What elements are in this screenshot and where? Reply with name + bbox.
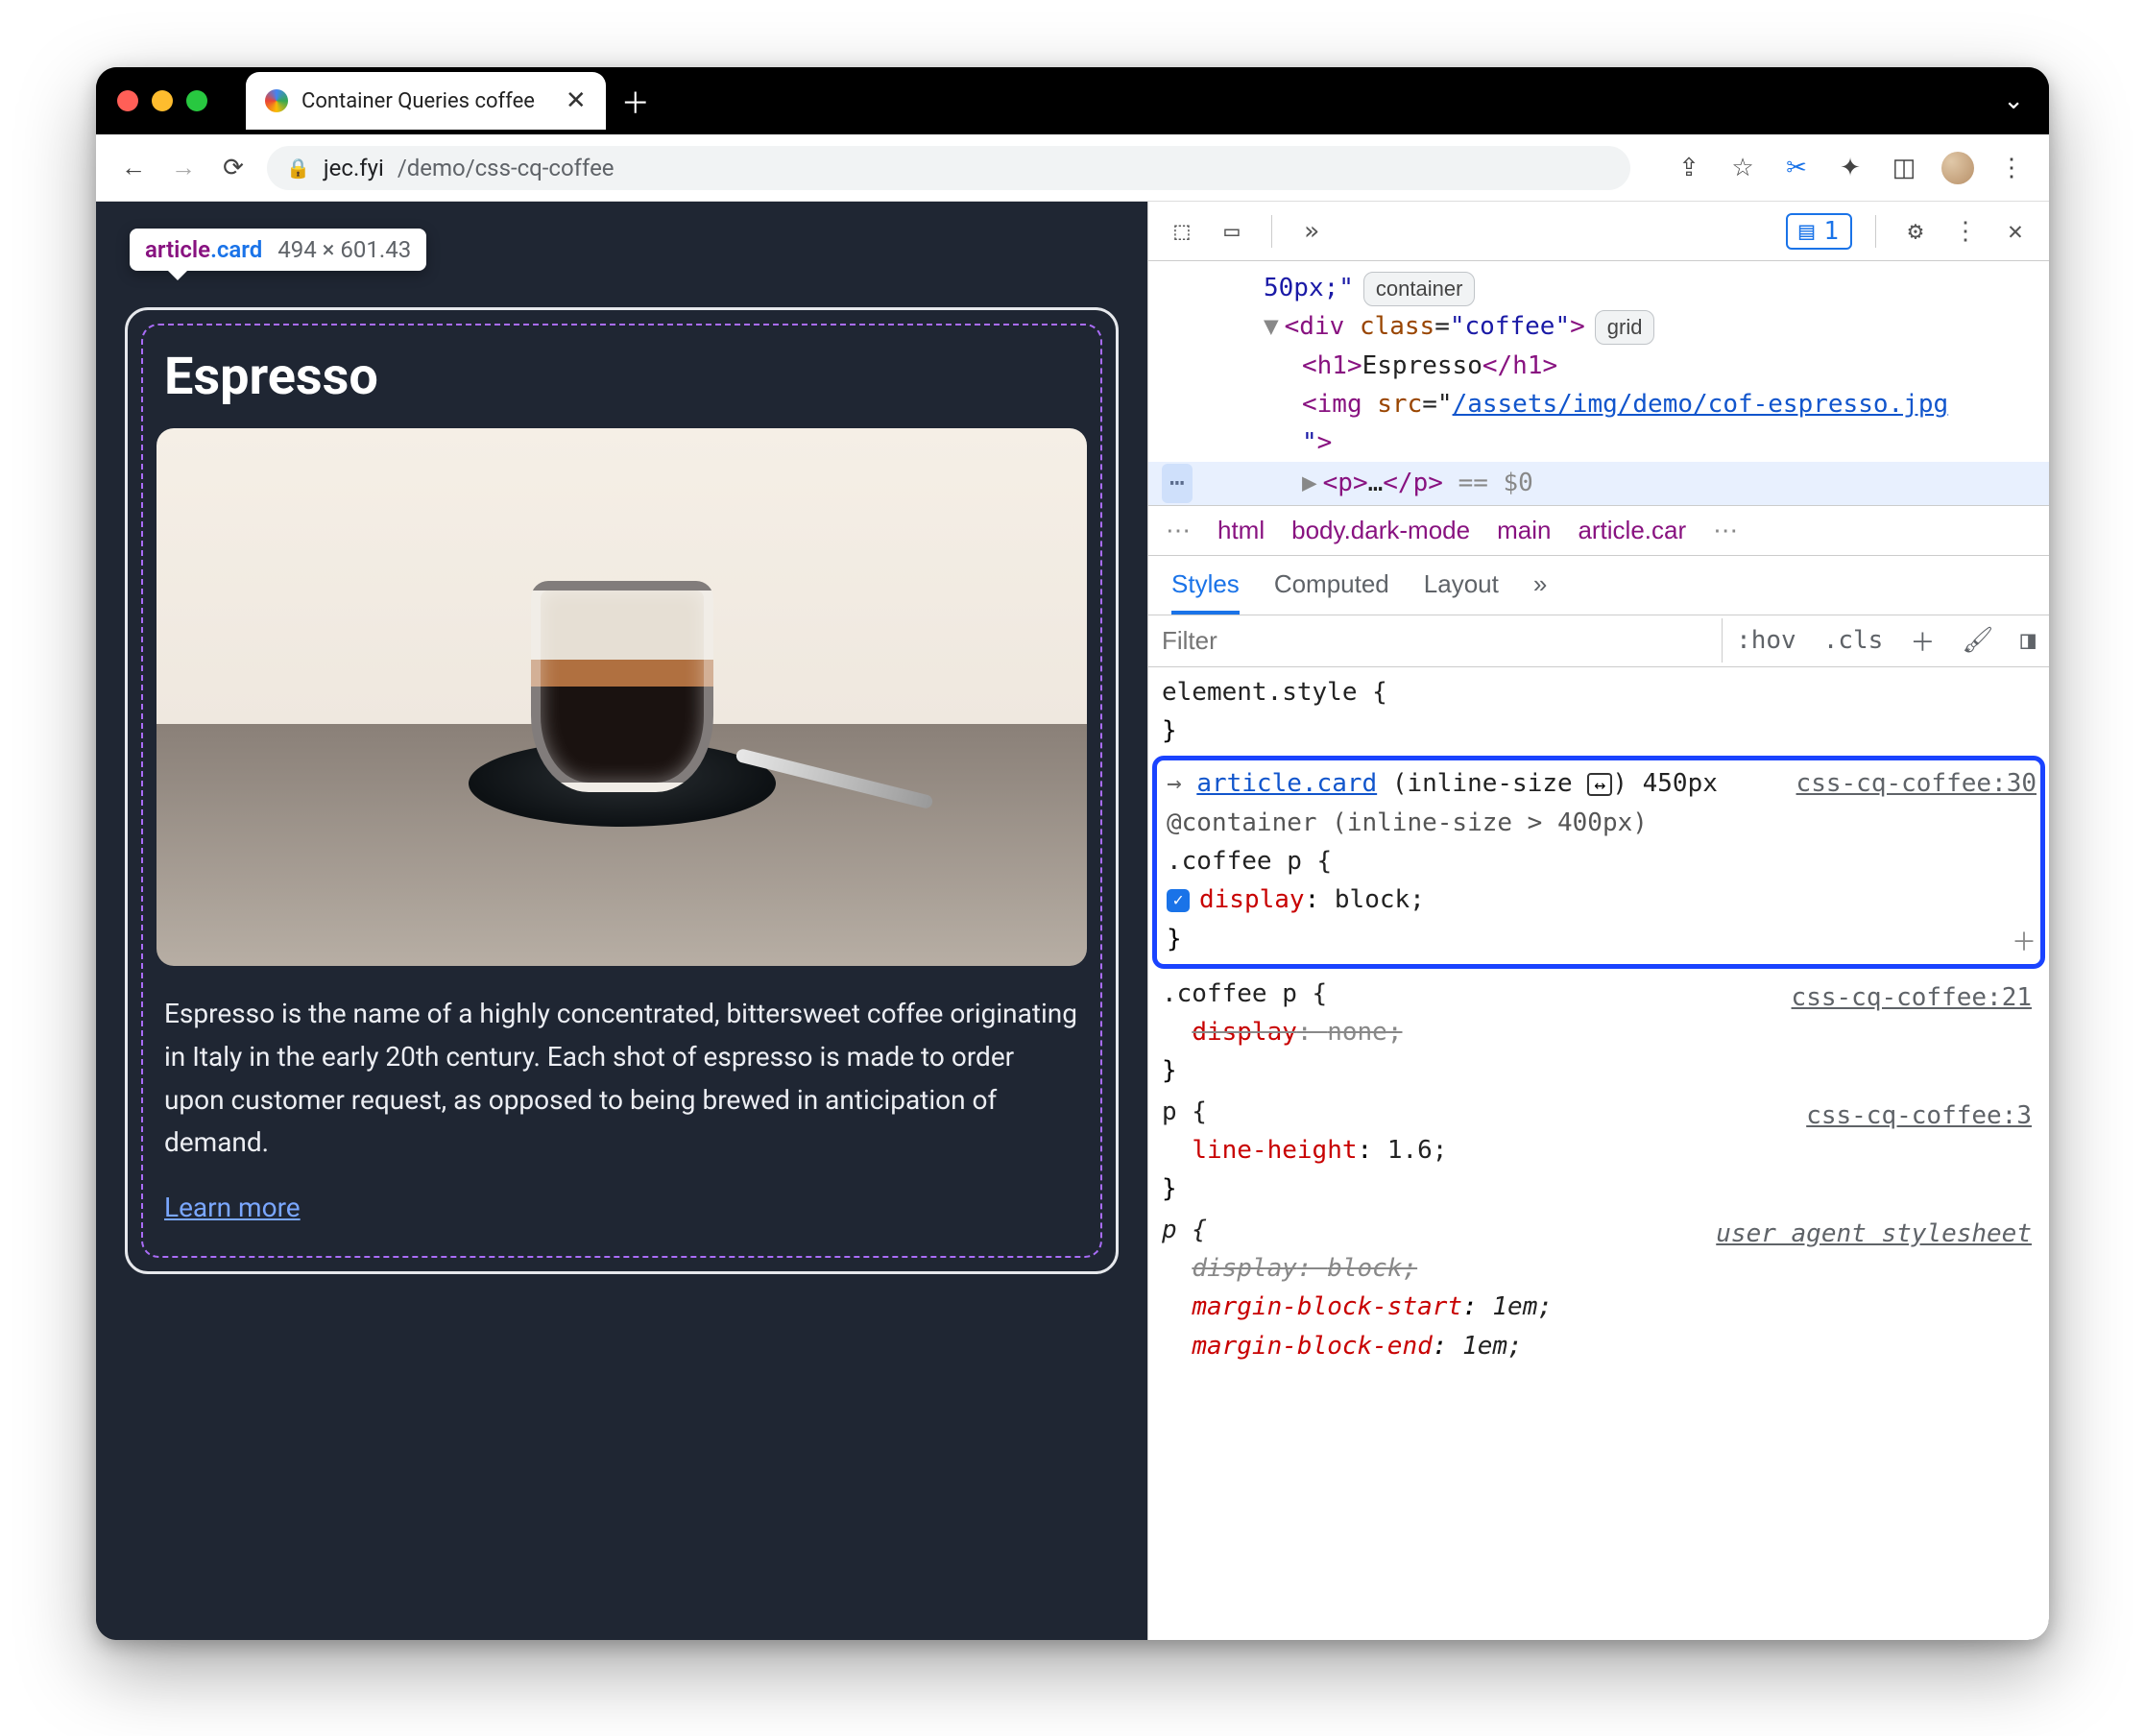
url-path: /demo/css-cq-coffee (398, 155, 615, 181)
url-domain: jec.fyi (324, 155, 384, 181)
forward-button: → (167, 153, 200, 182)
reload-button[interactable]: ⟳ (217, 154, 250, 182)
rule-user-agent[interactable]: p { user agent stylesheet display: block… (1162, 1211, 2036, 1365)
profile-avatar[interactable] (1941, 152, 1974, 184)
close-tab-icon[interactable]: ✕ (566, 86, 587, 115)
cls-toggle[interactable]: .cls (1810, 618, 1897, 663)
new-tab-button[interactable]: ＋ (621, 80, 650, 122)
tab-overflow-icon[interactable]: » (1533, 569, 1547, 615)
rendered-page: article.card 494 × 601.43 Espresso Espre… (96, 202, 1147, 1640)
dom-line[interactable]: <h1>Espresso</h1> (1148, 347, 2049, 385)
tooltip-class: .card (210, 236, 262, 263)
crumb-html[interactable]: html (1217, 516, 1265, 545)
share-icon[interactable]: ⇪ (1673, 154, 1705, 182)
styles-filter-input[interactable] (1148, 616, 1722, 665)
grid-badge[interactable]: grid (1595, 310, 1655, 345)
kebab-menu-icon[interactable]: ⋮ (1995, 154, 2028, 182)
tab-title: Container Queries coffee (301, 89, 535, 113)
issues-badge[interactable]: ▤ 1 (1786, 213, 1852, 250)
coffee-image (157, 428, 1087, 966)
rule-element-style[interactable]: element.style {} (1162, 673, 2036, 751)
rule-container-query[interactable]: → article.card (inline-size ↔) 450px @co… (1152, 756, 2045, 968)
elements-tree[interactable]: 50px;"container ▼<div class="coffee">gri… (1148, 261, 2049, 505)
cup-shape (531, 581, 713, 792)
extensions-icon[interactable]: ✦ (1834, 154, 1867, 182)
device-toggle-icon[interactable]: ▭ (1216, 217, 1248, 246)
panel-overflow-icon[interactable]: » (1295, 217, 1328, 246)
dom-line[interactable]: ▼<div class="coffee">grid (1148, 307, 2049, 346)
back-button[interactable]: ← (117, 153, 150, 182)
source-link[interactable]: css-cq-coffee:3 (1806, 1097, 2032, 1135)
article-card[interactable]: Espresso Espresso is the name of a highl… (125, 307, 1119, 1274)
settings-gear-icon[interactable]: ⚙ (1899, 217, 1932, 246)
toggle-sidebar-icon[interactable]: ◨ (2007, 618, 2049, 663)
content-area: article.card 494 × 601.43 Espresso Espre… (96, 202, 2049, 1640)
rule-coffee-p[interactable]: .coffee p { css-cq-coffee:21 display: no… (1162, 975, 2036, 1091)
traffic-lights (117, 90, 207, 111)
separator (1271, 215, 1272, 248)
close-devtools-icon[interactable]: ✕ (1999, 217, 2032, 246)
styles-filter-bar: :hov .cls ＋ 🖌 ◨ (1148, 615, 2049, 667)
source-link[interactable]: css-cq-coffee:30 (1796, 764, 2037, 803)
tab-computed[interactable]: Computed (1274, 569, 1389, 615)
dom-line[interactable]: "> (1148, 423, 2049, 462)
crumb-main[interactable]: main (1497, 516, 1551, 545)
new-rule-icon[interactable]: ＋ (1896, 615, 1948, 666)
crumb-overflow-right[interactable]: ⋯ (1713, 516, 1738, 545)
maximize-window-icon[interactable] (186, 90, 207, 111)
crumb-article[interactable]: article.car (1578, 516, 1686, 545)
lock-icon: 🔒 (286, 157, 310, 180)
tabs-overflow-icon[interactable]: ⌄ (2003, 86, 2024, 115)
tab-styles[interactable]: Styles (1171, 569, 1240, 615)
hov-toggle[interactable]: :hov (1722, 618, 1810, 663)
breadcrumb[interactable]: ⋯ html body.dark-mode main article.car ⋯ (1148, 505, 2049, 556)
tooltip-tag: article (145, 236, 210, 263)
container-badge[interactable]: container (1363, 272, 1476, 306)
inline-size-icon: ↔ (1587, 773, 1612, 796)
ua-stylesheet-label: user agent stylesheet (1716, 1215, 2032, 1253)
learn-more-link[interactable]: Learn more (164, 1192, 301, 1223)
issues-count: 1 (1823, 217, 1839, 246)
browser-toolbar: ← → ⟳ 🔒 jec.fyi/demo/css-cq-coffee ⇪ ☆ ✂… (96, 134, 2049, 202)
card-paragraph: Espresso is the name of a highly concent… (164, 993, 1079, 1165)
address-bar[interactable]: 🔒 jec.fyi/demo/css-cq-coffee (267, 146, 1630, 190)
sidepanel-icon[interactable]: ◫ (1888, 154, 1920, 182)
property-checked-icon[interactable]: ✓ (1167, 889, 1190, 912)
crumb-body[interactable]: body.dark-mode (1291, 516, 1470, 545)
separator (1875, 215, 1876, 248)
browser-window: Container Queries coffee ✕ ＋ ⌄ ← → ⟳ 🔒 j… (96, 67, 2049, 1640)
inspect-element-icon[interactable]: ⬚ (1166, 217, 1198, 246)
rule-p[interactable]: p { css-cq-coffee:3 line-height: 1.6; } (1162, 1093, 2036, 1209)
chat-icon: ▤ (1799, 217, 1815, 246)
window-titlebar: Container Queries coffee ✕ ＋ ⌄ (96, 67, 2049, 134)
dom-line[interactable]: 50px;"container (1148, 269, 2049, 307)
bookmark-icon[interactable]: ☆ (1726, 154, 1759, 182)
dom-line[interactable]: <img src="/assets/img/demo/cof-espresso.… (1148, 385, 2049, 423)
source-link[interactable]: css-cq-coffee:21 (1792, 978, 2032, 1017)
browser-tab[interactable]: Container Queries coffee ✕ (246, 72, 606, 130)
tab-layout[interactable]: Layout (1424, 569, 1499, 615)
card-heading: Espresso (164, 347, 1079, 407)
devtools-kebab-icon[interactable]: ⋮ (1949, 217, 1982, 246)
crumb-overflow-left[interactable]: ⋯ (1166, 516, 1191, 545)
paint-icon[interactable]: 🖌 (1948, 618, 2007, 663)
favicon-icon (265, 89, 288, 112)
container-link[interactable]: article.card (1196, 769, 1377, 798)
inspect-tooltip: article.card 494 × 601.43 (130, 229, 426, 271)
close-window-icon[interactable] (117, 90, 138, 111)
style-rules[interactable]: element.style {} → article.card (inline-… (1148, 667, 2049, 1385)
tooltip-dimensions: 494 × 601.43 (277, 236, 411, 263)
devtools-toolbar: ⬚ ▭ » ▤ 1 ⚙ ⋮ ✕ (1148, 202, 2049, 261)
minimize-window-icon[interactable] (152, 90, 173, 111)
dom-line-selected[interactable]: ▶<p>…</p> == $0 (1148, 462, 2049, 504)
add-property-icon[interactable]: ＋ (2012, 924, 2037, 962)
devtools-panel: ⬚ ▭ » ▤ 1 ⚙ ⋮ ✕ 50px;"container ▼<div c (1147, 202, 2049, 1640)
scissors-icon[interactable]: ✂ (1780, 154, 1813, 182)
styles-tabstrip: Styles Computed Layout » (1148, 556, 2049, 615)
